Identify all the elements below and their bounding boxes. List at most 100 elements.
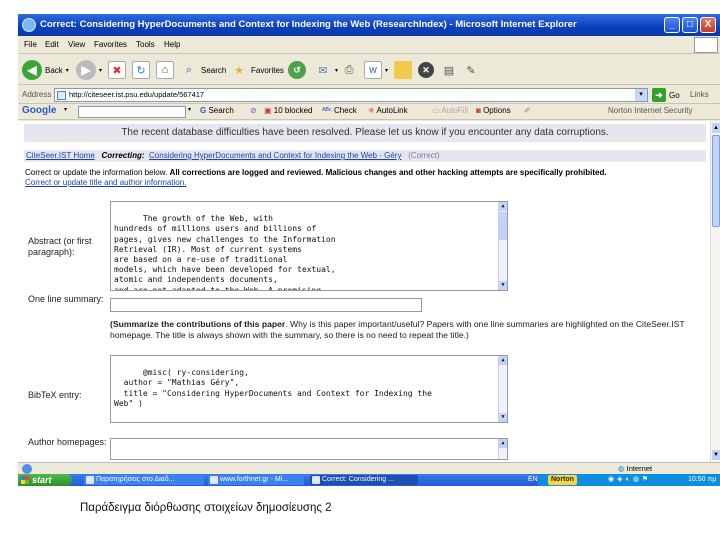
back-button[interactable]: ◀ Back ▾: [22, 59, 69, 81]
autolink-button[interactable]: ✳ AutoLink: [368, 106, 408, 115]
scroll-up-icon[interactable]: ▲: [499, 356, 507, 365]
favorites-button[interactable]: ★ Favorites: [230, 59, 284, 81]
bibtex-label: BibTeX entry:: [28, 390, 82, 400]
norton-label[interactable]: Norton Internet Security: [608, 106, 692, 115]
stop-button[interactable]: ✖: [108, 59, 126, 81]
refresh-button[interactable]: ↻: [132, 59, 150, 81]
messenger-button[interactable]: ✕: [418, 59, 434, 81]
menu-view[interactable]: View: [68, 40, 85, 49]
menu-favorites[interactable]: Favorites: [94, 40, 127, 49]
options-label: Options: [483, 106, 511, 115]
menu-file[interactable]: File: [24, 40, 37, 49]
task-word-document[interactable]: Παρατηρήσεις στο Διαδ...: [84, 475, 204, 485]
search-icon: ⌕: [185, 63, 193, 76]
tools-button[interactable]: ✎: [462, 59, 480, 81]
minimize-button[interactable]: _: [664, 17, 680, 33]
scroll-down-icon[interactable]: ▼: [712, 450, 720, 460]
language-indicator[interactable]: EN: [528, 474, 538, 486]
popup-blocker-button[interactable]: ▣ 10 blocked: [264, 106, 313, 115]
page-scroll-thumb[interactable]: [712, 135, 720, 227]
blocked-count: 10 blocked: [273, 106, 313, 115]
chevron-down-icon[interactable]: ▾: [635, 89, 647, 101]
menu-edit[interactable]: Edit: [45, 40, 59, 49]
autofill-icon: ▭: [432, 106, 440, 115]
highlight-icon[interactable]: ✐: [524, 106, 531, 115]
task-correct-active[interactable]: Correct: Considering ...: [310, 475, 418, 485]
taskbar: start Παρατηρήσεις στο Διαδ... www.forth…: [18, 474, 720, 486]
menu-tools[interactable]: Tools: [136, 40, 155, 49]
page-info-button[interactable]: ⊘: [250, 106, 257, 115]
history-icon: ↺: [288, 61, 306, 79]
breadcrumb: CiteSeer.IST Home Correcting: Considerin…: [24, 150, 706, 162]
internet-explorer-icon: [210, 476, 218, 484]
abstract-textarea[interactable]: The growth of the Web, with hundreds of …: [110, 201, 508, 291]
google-search-input[interactable]: [78, 106, 186, 118]
edit-button[interactable]: W ▾: [364, 59, 388, 81]
search-button[interactable]: ⌕ Search: [180, 59, 226, 81]
textarea-scrollbar[interactable]: ▲ ▼: [498, 356, 507, 422]
menu-help[interactable]: Help: [164, 40, 180, 49]
textarea-scrollbar[interactable]: ▲: [498, 439, 507, 459]
word-icon: W: [364, 61, 382, 79]
dropdown-arrow-icon[interactable]: ▾: [188, 106, 191, 113]
dropdown-arrow-icon[interactable]: ▾: [64, 106, 67, 113]
correct-link[interactable]: (Correct): [408, 151, 440, 160]
title-bar: Correct: Considering HyperDocuments and …: [18, 14, 720, 36]
spellcheck-button[interactable]: ᴬᴮᶜ Check: [322, 106, 357, 115]
abstract-label: Abstract (or first paragraph):: [28, 236, 92, 257]
history-button[interactable]: ↺: [288, 59, 306, 81]
home-link[interactable]: CiteSeer.IST Home: [26, 151, 95, 160]
forward-arrow-icon: ▶: [76, 60, 96, 80]
record-icon: ✕: [418, 62, 434, 78]
document-link[interactable]: Considering HyperDocuments and Context f…: [149, 151, 401, 160]
go-button[interactable]: ➔ Go: [652, 88, 680, 102]
menu-bar: File Edit View Favorites Tools Help: [18, 36, 720, 54]
forward-button[interactable]: ▶ ▾: [76, 59, 102, 81]
address-input[interactable]: http://citeseer.ist.psu.edu/update/56741…: [54, 88, 648, 102]
options-button[interactable]: ◙ Options: [476, 106, 511, 115]
scroll-down-icon[interactable]: ▼: [499, 281, 507, 290]
address-label: Address: [22, 90, 52, 99]
scroll-up-icon[interactable]: ▲: [499, 439, 507, 448]
address-url: http://citeseer.ist.psu.edu/update/56741…: [69, 90, 205, 99]
start-button[interactable]: start: [18, 474, 72, 486]
folder-button[interactable]: [394, 59, 412, 81]
correcting-label: Correcting:: [101, 151, 145, 160]
standard-toolbar: ◀ Back ▾ ▶ ▾ ✖ ↻ ⌂ ⌕ Search ★ Favorites …: [18, 55, 720, 85]
autofill-button[interactable]: ▭ AutoFill: [432, 106, 468, 115]
google-logo[interactable]: Google: [22, 105, 56, 116]
norton-tray[interactable]: Norton: [548, 475, 577, 485]
print-button[interactable]: ⎙: [340, 59, 358, 81]
scroll-thumb[interactable]: [499, 212, 507, 240]
dropdown-arrow-icon: ▾: [335, 67, 339, 74]
textarea-scrollbar[interactable]: ▲ ▼: [498, 202, 507, 290]
security-zone: ◍ Internet: [618, 464, 652, 473]
maximize-button[interactable]: □: [682, 17, 698, 33]
google-toolbar: Google ▾ ▾ G Search ⊘ ▣ 10 blocked ᴬᴮᶜ C…: [18, 104, 720, 120]
bibtex-textarea[interactable]: @misc( ry-considering, author = "Mathias…: [110, 355, 508, 423]
correct-title-author-link[interactable]: Correct or update title and author infor…: [25, 178, 186, 187]
research-button[interactable]: ▤: [440, 59, 458, 81]
homepages-textarea[interactable]: ▲: [110, 438, 508, 460]
scroll-down-icon[interactable]: ▼: [499, 413, 507, 422]
tray-icons[interactable]: ◉◈◐◍⚑: [608, 474, 651, 486]
task-label: Correct: Considering ...: [322, 476, 394, 483]
task-forthnet[interactable]: www.forthnet.gr - Mi...: [208, 475, 304, 485]
summary-input[interactable]: [110, 298, 422, 312]
close-button[interactable]: X: [700, 17, 716, 33]
intro-plain: Correct or update the information below.: [25, 168, 168, 177]
mail-icon: ✉: [318, 64, 328, 77]
status-banner: The recent database difficulties have be…: [24, 124, 706, 142]
scroll-up-icon[interactable]: ▲: [499, 202, 507, 211]
windows-logo-icon: [694, 37, 718, 53]
mail-button[interactable]: ✉ ▾: [314, 59, 338, 81]
scroll-up-icon[interactable]: ▲: [712, 123, 720, 133]
page-scrollbar[interactable]: ▲ ▼: [710, 121, 720, 462]
google-search-button[interactable]: G Search: [200, 106, 234, 115]
go-arrow-icon: ➔: [652, 88, 666, 102]
links-button[interactable]: Links: [690, 90, 709, 99]
wrench-icon: ✎: [466, 64, 476, 77]
globe-icon: ◍: [618, 464, 625, 473]
page-content: The recent database difficulties have be…: [18, 121, 710, 462]
home-button[interactable]: ⌂: [156, 59, 174, 81]
